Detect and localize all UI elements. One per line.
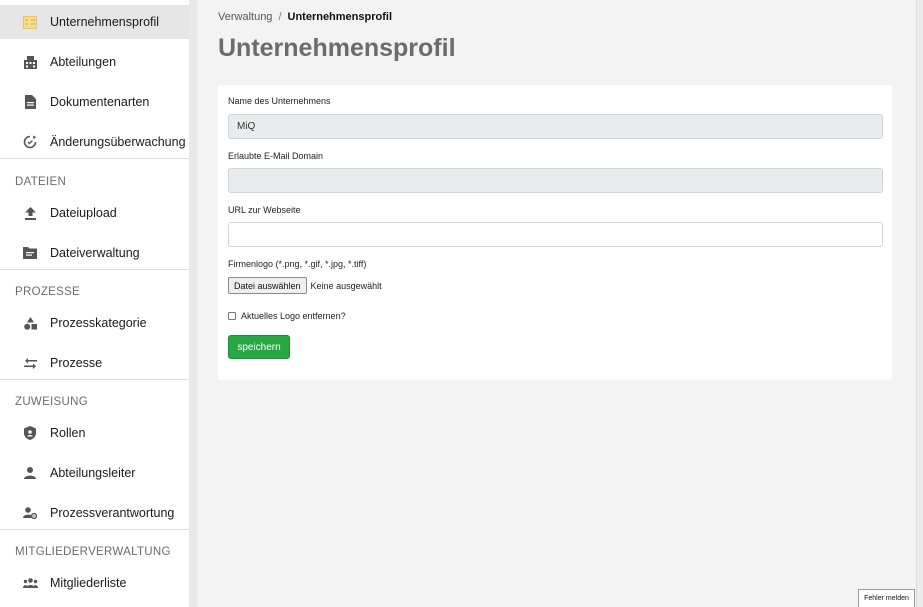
swap-arrows-icon — [22, 355, 38, 371]
shield-user-icon — [22, 425, 38, 441]
section-title-mitgliederverwaltung: MITGLIEDERVERWALTUNG — [15, 546, 171, 558]
sidebar-item-label: Prozesskategorie — [50, 316, 147, 330]
building-icon — [22, 14, 38, 30]
sidebar-item-label: Prozessverantwortung — [50, 506, 175, 520]
section-title-zuweisung: ZUWEISUNG — [15, 396, 88, 408]
breadcrumb-current: Unternehmensprofil — [287, 11, 393, 23]
sidebar-item-label: Dokumentenarten — [50, 95, 150, 109]
sidebar-divider — [0, 379, 189, 380]
website-url-label: URL zur Webseite — [228, 205, 301, 215]
sidebar-item-dateiupload[interactable]: Dateiupload — [0, 196, 189, 230]
sidebar-divider — [0, 158, 189, 159]
sidebar-item-dateiverwaltung[interactable]: Dateiverwaltung — [0, 236, 189, 270]
sidebar-item-label: Unternehmensprofil — [50, 15, 160, 29]
section-title-prozesse: PROZESSE — [15, 286, 81, 298]
sidebar-item-aenderungsueberwachung[interactable]: Änderungsüberwachung — [0, 125, 189, 159]
office-building-icon — [22, 54, 38, 70]
company-name-input[interactable] — [228, 114, 883, 139]
file-status-text: Keine ausgewählt — [310, 280, 382, 291]
save-button[interactable]: speichern — [228, 335, 290, 359]
sidebar-item-prozesskategorie[interactable]: Prozesskategorie — [0, 306, 189, 340]
company-profile-form: Name des Unternehmens Erlaubte E-Mail Do… — [218, 85, 892, 380]
folder-icon — [22, 245, 38, 261]
email-domain-label: Erlaubte E-Mail Domain — [228, 151, 324, 161]
scrollbar-track[interactable] — [916, 0, 923, 607]
sidebar-item-label: Prozesse — [50, 356, 103, 370]
sidebar-item-dokumentenarten[interactable]: Dokumentenarten — [0, 85, 189, 119]
sidebar-item-label: Mitgliederliste — [50, 576, 127, 590]
upload-icon — [22, 205, 38, 221]
sidebar-divider — [0, 269, 189, 270]
breadcrumb-separator: / — [278, 11, 282, 23]
category-shapes-icon — [22, 315, 38, 331]
remove-logo-row: Aktuelles Logo entfernen? — [228, 311, 346, 321]
sidebar-item-label: Dateiverwaltung — [50, 246, 140, 260]
breadcrumb-link-verwaltung[interactable]: Verwaltung — [218, 11, 272, 23]
sidebar-item-abteilungen[interactable]: Abteilungen — [0, 45, 189, 79]
document-icon — [22, 94, 38, 110]
sidebar-item-label: Abteilungen — [50, 55, 117, 69]
sidebar-item-label: Änderungsüberwachung — [50, 135, 186, 149]
section-title-dateien: DATEIEN — [15, 176, 67, 188]
company-logo-label: Firmenlogo (*.png, *.gif, *.jpg, *.tiff) — [228, 259, 367, 269]
group-icon — [22, 575, 38, 591]
remove-logo-label[interactable]: Aktuelles Logo entfernen? — [241, 311, 346, 321]
report-error-button[interactable]: Fehler melden — [858, 589, 915, 607]
sidebar-item-label: Dateiupload — [50, 206, 117, 220]
page-title: Unternehmensprofil — [218, 34, 456, 62]
sidebar-gutter — [189, 0, 197, 607]
sidebar-item-label: Rollen — [50, 426, 86, 440]
person-gear-icon — [22, 505, 38, 521]
sidebar: Unternehmensprofil Abteilungen Dokumente… — [0, 0, 189, 607]
remove-logo-checkbox[interactable] — [228, 312, 236, 320]
sidebar-divider — [0, 529, 189, 530]
website-url-input[interactable] — [228, 222, 883, 247]
sidebar-item-unternehmensprofil[interactable]: Unternehmensprofil — [0, 5, 189, 39]
sidebar-item-prozesse[interactable]: Prozesse — [0, 346, 189, 380]
sidebar-item-prozessverantwortung[interactable]: Prozessverantwortung — [0, 496, 189, 530]
sidebar-item-rollen[interactable]: Rollen — [0, 416, 189, 450]
choose-file-button[interactable]: Datei auswählen — [228, 277, 307, 294]
breadcrumb: Verwaltung / Unternehmensprofil — [218, 11, 392, 23]
sidebar-item-mitgliederliste[interactable]: Mitgliederliste — [0, 566, 189, 600]
sidebar-item-label: Abteilungsleiter — [50, 466, 136, 480]
logo-file-picker: Datei auswählen Keine ausgewählt — [228, 277, 382, 294]
sidebar-item-abteilungsleiter[interactable]: Abteilungsleiter — [0, 456, 189, 490]
email-domain-input[interactable] — [228, 168, 883, 193]
company-name-label: Name des Unternehmens — [228, 96, 331, 106]
person-icon — [22, 465, 38, 481]
sync-watch-icon — [22, 134, 38, 150]
